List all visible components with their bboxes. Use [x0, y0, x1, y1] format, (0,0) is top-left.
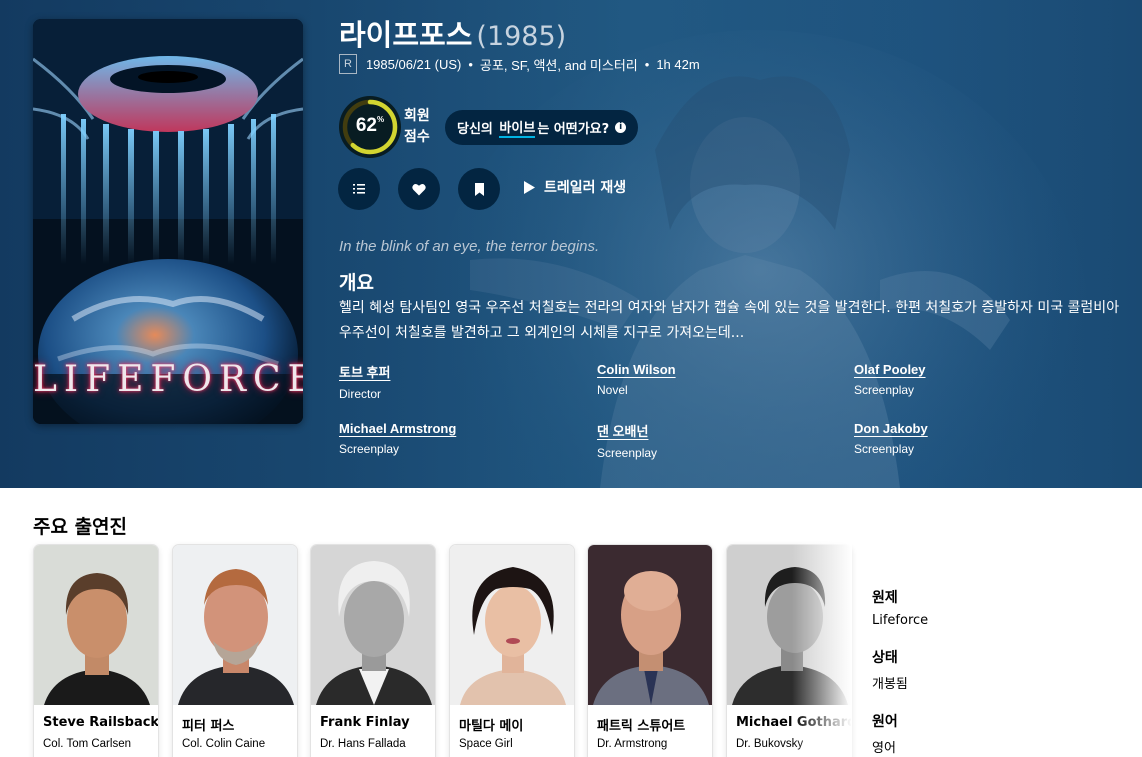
play-trailer-button[interactable]: 트레일러 재생	[524, 177, 626, 197]
fact-value: 영어	[872, 741, 896, 756]
cast-name[interactable]: Frank Finlay	[320, 715, 410, 730]
vibe-link[interactable]: 바이브	[499, 117, 536, 138]
fact-value: 개봉됨	[872, 677, 908, 692]
crew-job: Screenplay	[339, 442, 400, 456]
separator-dot: •	[468, 56, 473, 72]
cast-card[interactable]: 피터 퍼스 Col. Colin Caine	[172, 544, 298, 757]
movie-header: LIFEFORCE 라이프포스 (1985) R 1985/06/21 (US) …	[0, 0, 1142, 488]
separator-dot: •	[644, 56, 650, 72]
play-icon	[524, 180, 535, 194]
cast-heading: 주요 출연진	[33, 516, 128, 538]
crew-name[interactable]: Olaf Pooley	[854, 362, 1074, 377]
crew-job: Director	[339, 387, 382, 401]
cast-card[interactable]: 마틸다 메이 Space Girl	[449, 544, 575, 757]
score-label: 회원 점수	[404, 108, 430, 145]
cast-photo	[450, 545, 574, 705]
add-to-list-button[interactable]	[338, 168, 380, 210]
user-score-chart[interactable]: 62%	[339, 96, 401, 158]
crew-member: Colin Wilson Novel	[597, 362, 817, 397]
cast-card[interactable]: Steve Railsback Col. Tom Carlsen	[33, 544, 159, 757]
crew-member: Olaf Pooley Screenplay	[854, 362, 1074, 397]
cast-character: Dr. Armstrong	[597, 738, 668, 750]
crew-job: Screenplay	[854, 383, 915, 397]
overview-text: 헬리 혜성 탐사팀인 영국 우주선 처칠호는 전라의 여자와 남자가 캡슐 속에…	[339, 300, 1120, 341]
tagline: In the blink of an eye, the terror begin…	[339, 238, 600, 255]
crew-name[interactable]: 댄 오배넌	[597, 421, 817, 440]
info-icon[interactable]: i	[615, 122, 627, 133]
cast-name[interactable]: 피터 퍼스	[182, 715, 234, 734]
trailer-label: 트레일러 재생	[544, 180, 627, 196]
favorite-button[interactable]	[398, 168, 440, 210]
movie-title[interactable]: 라이프포스	[339, 18, 472, 52]
cast-character: Col. Colin Caine	[182, 738, 266, 750]
list-icon	[353, 184, 365, 194]
crew-job: Novel	[597, 383, 628, 397]
cast-photo	[173, 545, 297, 705]
cast-name[interactable]: 패트릭 스튜어트	[597, 715, 685, 734]
vibe-text-before: 당신의	[457, 122, 493, 137]
movie-poster[interactable]: LIFEFORCE	[33, 19, 303, 424]
cast-character: Dr. Hans Fallada	[320, 738, 406, 750]
crew-job: Screenplay	[597, 446, 658, 460]
crew-member: 토브 후퍼 Director	[339, 362, 559, 401]
crew-name[interactable]: Michael Armstrong	[339, 421, 559, 436]
vibe-text-after: 는 어떤가요?	[537, 122, 610, 137]
title-row: 라이프포스 (1985)	[339, 12, 566, 54]
overview-heading: 개요	[339, 272, 374, 294]
certification-badge: R	[339, 54, 357, 74]
cast-card[interactable]: 패트릭 스튜어트 Dr. Armstrong	[587, 544, 713, 757]
cast-name[interactable]: Steve Railsback	[43, 715, 158, 730]
fact-label: 원어	[872, 714, 898, 730]
crew-name[interactable]: Colin Wilson	[597, 362, 817, 377]
genres[interactable]: 공포, SF, 액션, and 미스터리	[480, 55, 638, 74]
crew-name[interactable]: 토브 후퍼	[339, 362, 559, 381]
cast-photo	[34, 545, 158, 705]
fact-label: 원제	[872, 590, 898, 606]
crew-name[interactable]: Don Jakoby	[854, 421, 1074, 436]
scroll-fade	[792, 540, 852, 757]
fact-label: 상태	[872, 650, 898, 666]
fact-value: Lifeforce	[872, 613, 929, 628]
cast-name[interactable]: 마틸다 메이	[459, 715, 523, 734]
cast-photo	[588, 545, 712, 705]
score-value: 62%	[355, 115, 385, 136]
watchlist-button[interactable]	[458, 168, 500, 210]
facts-sidebar: 원제 Lifeforce 상태 개봉됨 원어 영어	[872, 587, 1122, 757]
bookmark-icon	[474, 182, 484, 196]
cast-character: Col. Tom Carlsen	[43, 738, 131, 750]
movie-facts: R 1985/06/21 (US) • 공포, SF, 액션, and 미스터리…	[339, 54, 700, 74]
crew-member: Michael Armstrong Screenplay	[339, 421, 559, 456]
cast-card[interactable]: Frank Finlay Dr. Hans Fallada	[310, 544, 436, 757]
cast-character: Space Girl	[459, 738, 513, 750]
release-year: (1985)	[476, 21, 567, 52]
crew-job: Screenplay	[854, 442, 915, 456]
runtime: 1h 42m	[656, 56, 700, 72]
cast-photo	[311, 545, 435, 705]
poster-logo: LIFEFORCE	[33, 359, 303, 400]
vibe-button[interactable]: 당신의 바이브 는 어떤가요? i	[445, 110, 639, 145]
release-date: 1985/06/21 (US)	[365, 56, 462, 72]
crew-member: Don Jakoby Screenplay	[854, 421, 1074, 456]
heart-icon	[412, 183, 426, 195]
crew-member: 댄 오배넌 Screenplay	[597, 421, 817, 460]
